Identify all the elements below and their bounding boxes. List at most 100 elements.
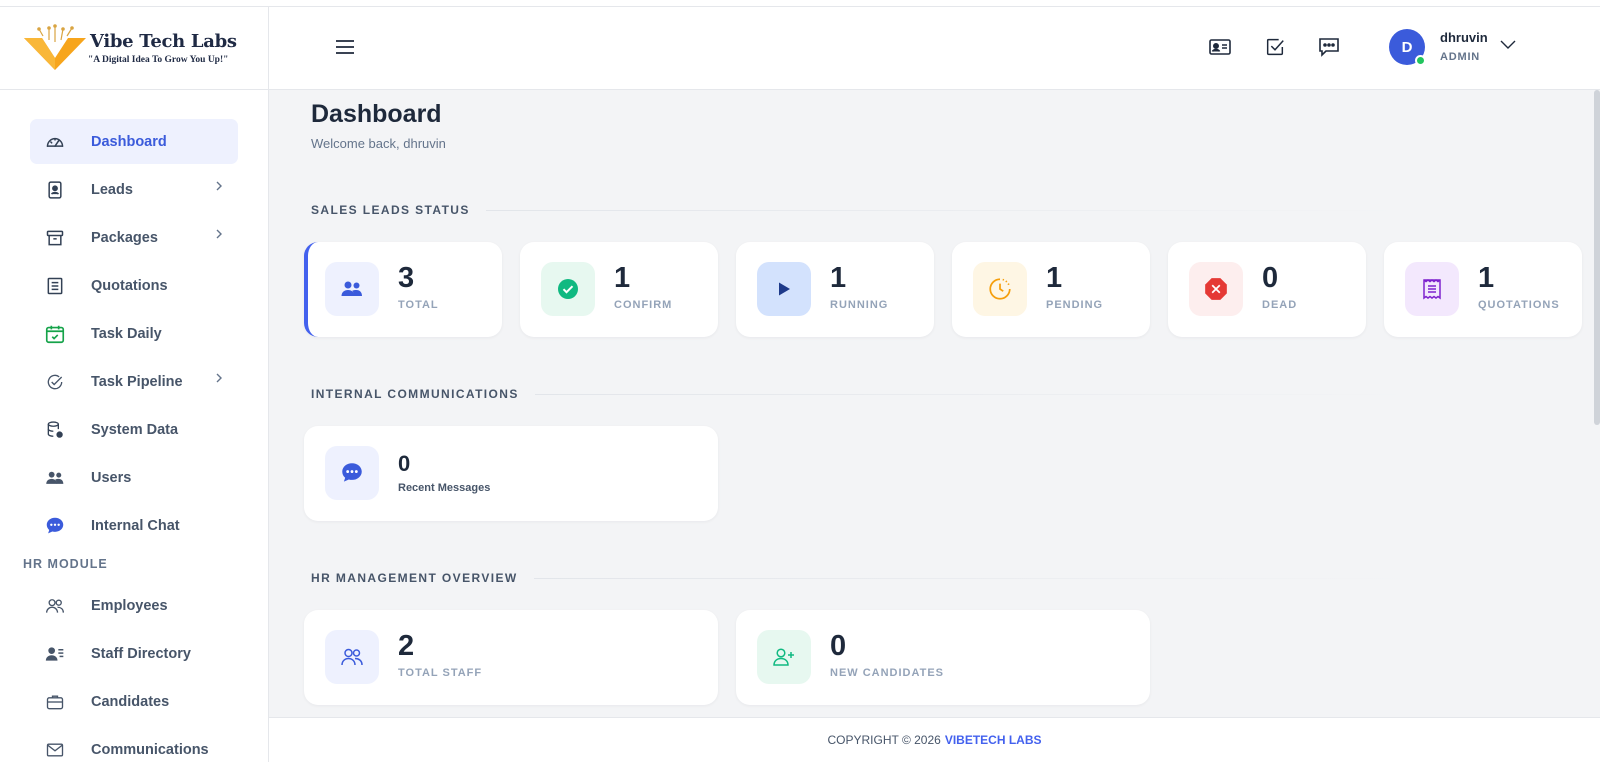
envelope-icon: [43, 738, 67, 762]
sidebar-item-label: Users: [91, 469, 132, 486]
chat-dots-icon[interactable]: [1316, 34, 1342, 60]
sidebar-item-dashboard[interactable]: Dashboard: [30, 119, 238, 164]
user-plus-icon: [757, 630, 811, 684]
sidebar-item-label: Leads: [91, 181, 133, 198]
stat-card-confirm[interactable]: 1 CONFIRM: [520, 242, 718, 337]
stat-label: QUOTATIONS: [1478, 299, 1560, 311]
sidebar-item-task-pipeline[interactable]: Task Pipeline: [30, 359, 238, 404]
people-outline-icon: [325, 630, 379, 684]
logo-icon: [22, 24, 88, 72]
archive-box-icon: [43, 226, 67, 250]
sales-leads-status-heading: SALES LEADS STATUS: [311, 202, 1406, 218]
people-outline-icon: [43, 594, 67, 618]
page-scrollbar[interactable]: [1594, 90, 1600, 425]
sidebar-item-label: Communications: [91, 741, 209, 758]
play-icon: [757, 262, 811, 316]
sidebar-item-label: Candidates: [91, 693, 170, 710]
footer-brand-link[interactable]: VIBETECH LABS: [945, 733, 1042, 747]
stat-card-quotations[interactable]: 1 QUOTATIONS: [1384, 242, 1582, 337]
online-status-dot: [1415, 55, 1426, 66]
section-title: INTERNAL COMMUNICATIONS: [311, 387, 519, 401]
page-title: Dashboard: [311, 100, 442, 128]
stat-card-total-staff[interactable]: 2 TOTAL STAFF: [304, 610, 718, 705]
stat-value: 0: [830, 630, 847, 662]
sidebar-item-label: System Data: [91, 421, 179, 438]
hamburger-menu-icon[interactable]: [335, 38, 355, 56]
sidebar-item-label: Staff Directory: [91, 645, 191, 662]
sidebar-item-candidates[interactable]: Candidates: [30, 679, 238, 724]
recent-messages-card[interactable]: 0 Recent Messages: [304, 426, 718, 521]
sidebar-item-label: Employees: [91, 597, 168, 614]
brand-logo[interactable]: Vibe Tech Labs "A Digital Idea To Grow Y…: [0, 7, 268, 90]
user-name[interactable]: dhruvin: [1440, 30, 1488, 45]
sidebar-item-label: Packages: [91, 229, 158, 246]
chat-bubble-icon: [43, 514, 67, 538]
section-divider: [534, 393, 1415, 395]
gauge-icon: [43, 130, 67, 154]
stat-value: 1: [614, 262, 631, 294]
contact-card-icon[interactable]: [1207, 34, 1233, 60]
sidebar-item-communications[interactable]: Communications: [30, 727, 238, 762]
sidebar-item-task-daily[interactable]: Task Daily: [30, 311, 238, 356]
circle-check-icon: [43, 370, 67, 394]
user-role: ADMIN: [1440, 51, 1481, 63]
task-check-icon[interactable]: [1262, 34, 1288, 60]
sidebar-item-label: Task Daily: [91, 325, 162, 342]
stat-label: CONFIRM: [614, 299, 673, 311]
hr-management-overview-heading: HR MANAGEMENT OVERVIEW: [311, 570, 1414, 586]
stat-card-total[interactable]: 3 TOTAL: [304, 242, 502, 337]
chevron-right-icon: [216, 373, 222, 383]
receipt-icon: [1405, 262, 1459, 316]
stat-value: 0: [398, 451, 411, 476]
internal-communications-heading: INTERNAL COMMUNICATIONS: [311, 386, 1415, 402]
users-icon: [325, 262, 379, 316]
users-icon: [43, 466, 67, 490]
sidebar-item-internal-chat[interactable]: Internal Chat: [30, 503, 238, 548]
id-badge-icon: [43, 178, 67, 202]
chat-bubble-icon: [325, 446, 379, 500]
sidebar-item-users[interactable]: Users: [30, 455, 238, 500]
sidebar-item-staff-directory[interactable]: Staff Directory: [30, 631, 238, 676]
stat-card-running[interactable]: 1 RUNNING: [736, 242, 934, 337]
sidebar-item-label: Dashboard: [91, 133, 167, 150]
stat-label: RUNNING: [830, 299, 889, 311]
calendar-check-icon: [43, 322, 67, 346]
chevron-right-icon: [216, 181, 222, 191]
document-list-icon: [43, 274, 67, 298]
footer: COPYRIGHT © 2026 VIBETECH LABS: [269, 717, 1600, 762]
sidebar-nav: Dashboard Leads Packages Quotations Task…: [0, 90, 268, 762]
page-subtitle: Welcome back, dhruvin: [311, 136, 446, 151]
sidebar-item-label: Internal Chat: [91, 517, 180, 534]
stat-value: 0: [1262, 262, 1279, 294]
sidebar-item-leads[interactable]: Leads: [30, 167, 238, 212]
section-divider: [533, 577, 1414, 579]
section-title: SALES LEADS STATUS: [311, 203, 470, 217]
sidebar-item-packages[interactable]: Packages: [30, 215, 238, 260]
check-circle-icon: [541, 262, 595, 316]
chevron-right-icon: [216, 229, 222, 239]
sidebar-item-quotations[interactable]: Quotations: [30, 263, 238, 308]
brand-name: Vibe Tech Labs: [90, 31, 237, 52]
brand-tagline: "A Digital Idea To Grow You Up!": [88, 55, 229, 65]
sidebar-item-system-data[interactable]: System Data: [30, 407, 238, 452]
stat-card-new-candidates[interactable]: 0 NEW CANDIDATES: [736, 610, 1150, 705]
stat-label: Recent Messages: [398, 482, 491, 494]
hr-module-heading: HR MODULE: [23, 557, 108, 571]
sidebar: Vibe Tech Labs "A Digital Idea To Grow Y…: [0, 7, 269, 762]
stat-value: 3: [398, 262, 415, 294]
top-header: D dhruvin ADMIN: [269, 7, 1600, 90]
chevron-down-icon[interactable]: [1500, 40, 1516, 50]
section-divider: [485, 209, 1406, 211]
stat-value: 1: [830, 262, 847, 294]
stat-value: 2: [398, 630, 415, 662]
stat-card-pending[interactable]: 1 PENDING: [952, 242, 1150, 337]
user-list-icon: [43, 642, 67, 666]
section-title: HR MANAGEMENT OVERVIEW: [311, 571, 518, 585]
database-gear-icon: [43, 418, 67, 442]
stat-label: TOTAL STAFF: [398, 667, 483, 679]
clock-icon: [973, 262, 1027, 316]
stat-card-dead[interactable]: 0 DEAD: [1168, 242, 1366, 337]
sidebar-item-employees[interactable]: Employees: [30, 583, 238, 628]
briefcase-icon: [43, 690, 67, 714]
x-octagon-icon: [1189, 262, 1243, 316]
